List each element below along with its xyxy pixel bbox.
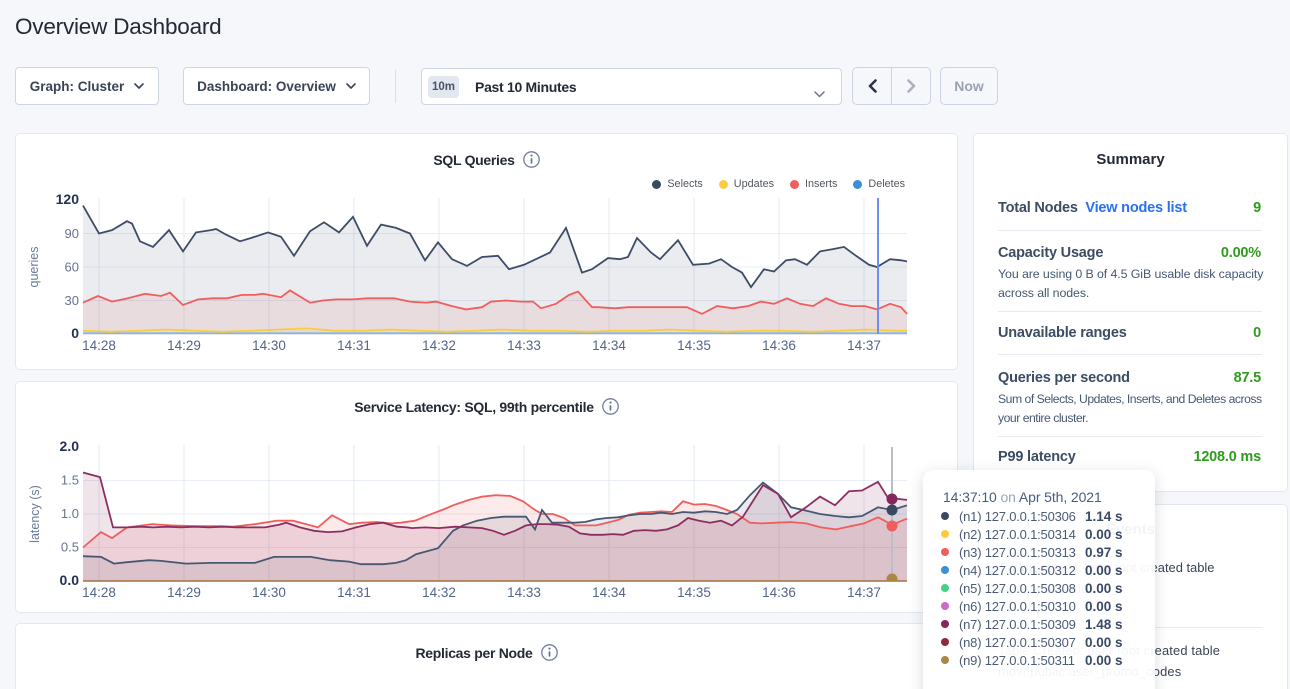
svg-text:14:37: 14:37 — [847, 585, 881, 600]
svg-text:0.5: 0.5 — [61, 540, 79, 555]
svg-text:14:36: 14:36 — [762, 585, 796, 600]
svg-text:2.0: 2.0 — [60, 438, 80, 454]
svg-text:14:31: 14:31 — [337, 338, 371, 353]
svg-text:0.0: 0.0 — [60, 572, 80, 588]
svg-text:14:29: 14:29 — [167, 338, 201, 353]
svg-text:14:32: 14:32 — [422, 585, 456, 600]
svg-text:1.5: 1.5 — [61, 473, 79, 488]
svg-text:1.0: 1.0 — [61, 506, 79, 521]
svg-text:14:34: 14:34 — [592, 338, 626, 353]
svg-text:14:36: 14:36 — [762, 338, 796, 353]
svg-text:14:32: 14:32 — [422, 338, 456, 353]
svg-text:14:28: 14:28 — [82, 585, 116, 600]
svg-text:90: 90 — [65, 226, 79, 241]
svg-text:14:33: 14:33 — [507, 338, 541, 353]
svg-text:14:35: 14:35 — [677, 585, 711, 600]
svg-text:14:34: 14:34 — [592, 585, 626, 600]
svg-text:120: 120 — [56, 191, 80, 207]
svg-text:60: 60 — [65, 259, 79, 274]
svg-text:14:31: 14:31 — [337, 585, 371, 600]
svg-text:14:33: 14:33 — [507, 585, 541, 600]
svg-text:14:37: 14:37 — [847, 338, 881, 353]
svg-text:30: 30 — [65, 293, 79, 308]
svg-text:14:35: 14:35 — [677, 338, 711, 353]
svg-text:14:30: 14:30 — [252, 338, 286, 353]
svg-text:14:29: 14:29 — [167, 585, 201, 600]
svg-text:14:28: 14:28 — [82, 338, 116, 353]
svg-text:latency (s): latency (s) — [28, 485, 42, 543]
svg-text:queries: queries — [27, 247, 41, 288]
svg-text:0: 0 — [71, 325, 79, 341]
svg-text:14:30: 14:30 — [252, 585, 286, 600]
